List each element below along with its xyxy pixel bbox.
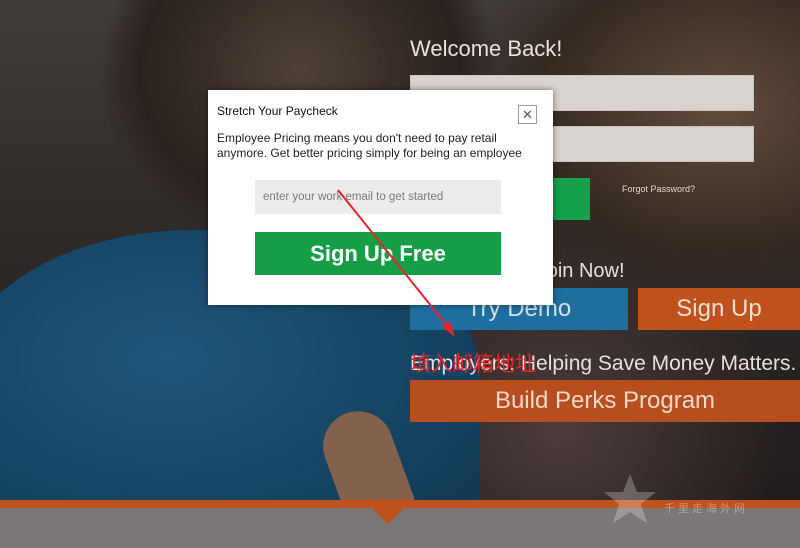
build-perks-button[interactable]: Build Perks Program — [410, 380, 800, 422]
welcome-heading: Welcome Back! — [410, 36, 563, 61]
forgot-password-link[interactable]: Forgot Password? — [622, 184, 695, 194]
close-icon[interactable]: ✕ — [518, 105, 537, 124]
annotation-label: 填入邮箱地址 — [410, 352, 536, 376]
signup-modal: Stretch Your Paycheck ✕ Employee Pricing… — [208, 90, 553, 305]
footer-notch — [372, 508, 404, 524]
sign-up-button[interactable]: Sign Up — [638, 288, 800, 330]
modal-description: Employee Pricing means you don't need to… — [217, 131, 522, 160]
watermark-star-icon — [604, 474, 656, 523]
work-email-input[interactable] — [255, 180, 501, 214]
sign-up-free-button[interactable]: Sign Up Free — [255, 232, 501, 275]
watermark-text: 千里走海外网 — [664, 503, 748, 515]
modal-title: Stretch Your Paycheck — [217, 104, 338, 118]
